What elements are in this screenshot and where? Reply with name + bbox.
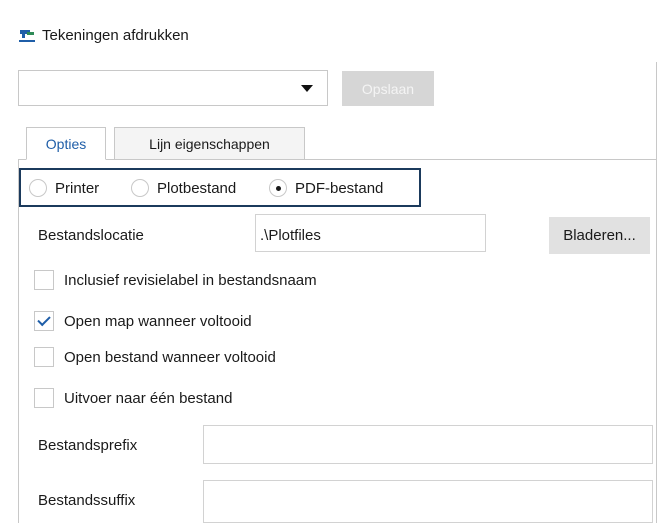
chevron-down-icon[interactable]	[301, 85, 313, 92]
tab-lijn-eigenschappen[interactable]: Lijn eigenschappen	[114, 127, 305, 160]
preset-dropdown[interactable]	[18, 70, 328, 106]
radio-label: PDF-bestand	[295, 179, 384, 197]
save-button[interactable]: Opslaan	[342, 71, 434, 106]
radio-plotbestand[interactable]: Plotbestand	[131, 179, 236, 197]
radio-button[interactable]	[131, 179, 149, 197]
checkbox-label: Open bestand wanneer voltooid	[64, 348, 276, 366]
suffix-label: Bestandssuffix	[38, 492, 136, 509]
checkbox-single-file[interactable]: Uitvoer naar één bestand	[34, 388, 232, 408]
checkbox-checked[interactable]	[34, 311, 54, 331]
output-type-radio-group: Printer Plotbestand PDF-bestand	[19, 168, 421, 207]
radio-button[interactable]	[29, 179, 47, 197]
prefix-label: Bestandsprefix	[38, 437, 138, 454]
checkbox-revision-label[interactable]: Inclusief revisielabel in bestandsnaam	[34, 270, 317, 290]
checkbox[interactable]	[34, 347, 54, 367]
window-title: Tekeningen afdrukken	[42, 27, 189, 44]
radio-printer[interactable]: Printer	[29, 179, 99, 197]
prefix-input[interactable]	[203, 425, 653, 464]
checkbox-label: Inclusief revisielabel in bestandsnaam	[64, 271, 317, 289]
checkbox-open-folder[interactable]: Open map wanneer voltooid	[34, 311, 252, 331]
checkbox[interactable]	[34, 388, 54, 408]
checkbox[interactable]	[34, 270, 54, 290]
tab-opties[interactable]: Opties	[26, 127, 106, 160]
radio-button-selected[interactable]	[269, 179, 287, 197]
checkmark-icon	[37, 312, 51, 327]
location-input[interactable]: .\Plotfiles	[255, 214, 486, 252]
location-label: Bestandslocatie	[38, 227, 144, 244]
checkbox-open-file[interactable]: Open bestand wanneer voltooid	[34, 347, 276, 367]
suffix-input[interactable]	[203, 480, 653, 523]
dialog-window: Tekeningen afdrukken Opslaan Opties Lijn…	[0, 0, 657, 523]
radio-label: Plotbestand	[157, 179, 237, 197]
checkbox-label: Uitvoer naar één bestand	[64, 389, 233, 407]
browse-button[interactable]: Bladeren...	[549, 217, 650, 254]
title-bar: Tekeningen afdrukken	[0, 0, 657, 62]
location-value: .\Plotfiles	[260, 227, 321, 244]
radio-label: Printer	[55, 179, 100, 197]
checkbox-label: Open map wanneer voltooid	[64, 312, 252, 330]
plot-drawing-icon	[19, 30, 35, 42]
radio-pdf-bestand[interactable]: PDF-bestand	[269, 179, 383, 197]
